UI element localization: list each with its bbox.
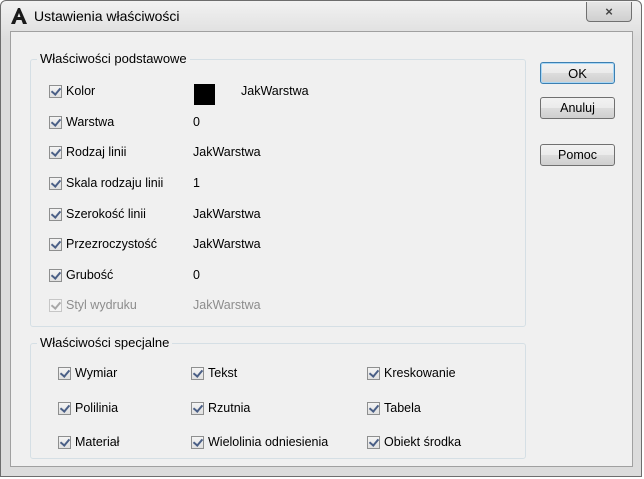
- checkbox-color[interactable]: Kolor: [49, 84, 95, 98]
- autocad-logo-icon: [11, 8, 27, 24]
- value-layer: 0: [193, 115, 200, 129]
- checkbox-label: Kolor: [66, 84, 96, 98]
- checkbox-table[interactable]: Tabela: [367, 401, 421, 415]
- checkbox-box[interactable]: [191, 435, 204, 449]
- special-properties-group: Właściwości specjalne Wymiar Tekst Kresk…: [30, 335, 526, 459]
- close-button[interactable]: ×: [586, 2, 632, 22]
- checkbox-label: Tekst: [208, 366, 238, 380]
- checkbox-box[interactable]: [49, 84, 62, 98]
- dialog-window: Ustawienia właściwości × Właściwości pod…: [0, 0, 642, 477]
- value-lineweight: JakWarstwa: [193, 207, 261, 221]
- checkbox-box[interactable]: [49, 176, 62, 190]
- checkbox-linetype[interactable]: Rodzaj linii: [49, 145, 126, 159]
- value-color: JakWarstwa: [241, 84, 309, 98]
- checkbox-box[interactable]: [367, 401, 380, 415]
- checkbox-thickness[interactable]: Grubość: [49, 268, 113, 282]
- checkbox-box[interactable]: [49, 145, 62, 159]
- checkbox-center-mark[interactable]: Obiekt środka: [367, 435, 461, 449]
- checkbox-label: Wielolinia odniesienia: [208, 435, 329, 449]
- checkbox-layer[interactable]: Warstwa: [49, 115, 114, 129]
- checkbox-transparency[interactable]: Przezroczystość: [49, 237, 157, 251]
- checkbox-box[interactable]: [191, 366, 204, 380]
- checkbox-label: Wymiar: [75, 366, 118, 380]
- checkbox-viewport[interactable]: Rzutnia: [191, 401, 250, 415]
- checkbox-box[interactable]: [58, 366, 71, 380]
- checkbox-lineweight[interactable]: Szerokość linii: [49, 207, 146, 221]
- checkbox-box[interactable]: [49, 268, 62, 282]
- checkbox-label: Rodzaj linii: [66, 145, 127, 159]
- checkbox-label: Tabela: [384, 401, 421, 415]
- checkbox-label: Rzutnia: [208, 401, 251, 415]
- checkbox-material[interactable]: Materiał: [58, 435, 119, 449]
- checkbox-dimension[interactable]: Wymiar: [58, 366, 117, 380]
- value-plot-style: JakWarstwa: [193, 298, 261, 312]
- checkbox-label: Warstwa: [66, 115, 115, 129]
- checkbox-box[interactable]: [367, 366, 380, 380]
- cancel-button[interactable]: Anuluj: [540, 97, 615, 119]
- dialog-client-area: Właściwości podstawowe Kolor JakWarstwa …: [10, 31, 633, 467]
- value-linetype: JakWarstwa: [193, 145, 261, 159]
- checkbox-box[interactable]: [49, 207, 62, 221]
- checkbox-box[interactable]: [58, 401, 71, 415]
- value-linetype-scale: 1: [193, 176, 200, 190]
- special-properties-title: Właściwości specjalne: [37, 335, 173, 350]
- color-swatch: [194, 84, 215, 105]
- checkbox-box[interactable]: [367, 435, 380, 449]
- checkbox-box: [49, 298, 62, 312]
- checkbox-hatch[interactable]: Kreskowanie: [367, 366, 456, 380]
- checkbox-label: Obiekt środka: [384, 435, 462, 449]
- checkbox-multileader[interactable]: Wielolinia odniesienia: [191, 435, 328, 449]
- basic-properties-group: Właściwości podstawowe Kolor JakWarstwa …: [30, 51, 526, 327]
- checkbox-box[interactable]: [49, 237, 62, 251]
- title-bar: Ustawienia właściwości ×: [1, 1, 641, 31]
- checkbox-plot-style: Styl wydruku: [49, 298, 137, 312]
- checkbox-label: Przezroczystość: [66, 237, 157, 251]
- checkbox-text[interactable]: Tekst: [191, 366, 237, 380]
- checkbox-box[interactable]: [49, 115, 62, 129]
- checkbox-box[interactable]: [58, 435, 71, 449]
- checkbox-box[interactable]: [191, 401, 204, 415]
- checkbox-label: Grubość: [66, 268, 114, 282]
- checkbox-label: Kreskowanie: [384, 366, 456, 380]
- ok-button[interactable]: OK: [540, 62, 615, 84]
- value-transparency: JakWarstwa: [193, 237, 261, 251]
- checkbox-label: Skala rodzaju linii: [66, 176, 164, 190]
- window-title: Ustawienia właściwości: [34, 8, 180, 24]
- checkbox-label: Materiał: [75, 435, 120, 449]
- checkbox-label: Polilinia: [75, 401, 119, 415]
- close-icon: ×: [605, 4, 613, 19]
- checkbox-linetype-scale[interactable]: Skala rodzaju linii: [49, 176, 163, 190]
- checkbox-label: Szerokość linii: [66, 207, 146, 221]
- basic-properties-title: Właściwości podstawowe: [37, 51, 190, 66]
- help-button[interactable]: Pomoc: [540, 144, 615, 166]
- checkbox-polyline[interactable]: Polilinia: [58, 401, 118, 415]
- value-thickness: 0: [193, 268, 200, 282]
- checkbox-label: Styl wydruku: [66, 298, 137, 312]
